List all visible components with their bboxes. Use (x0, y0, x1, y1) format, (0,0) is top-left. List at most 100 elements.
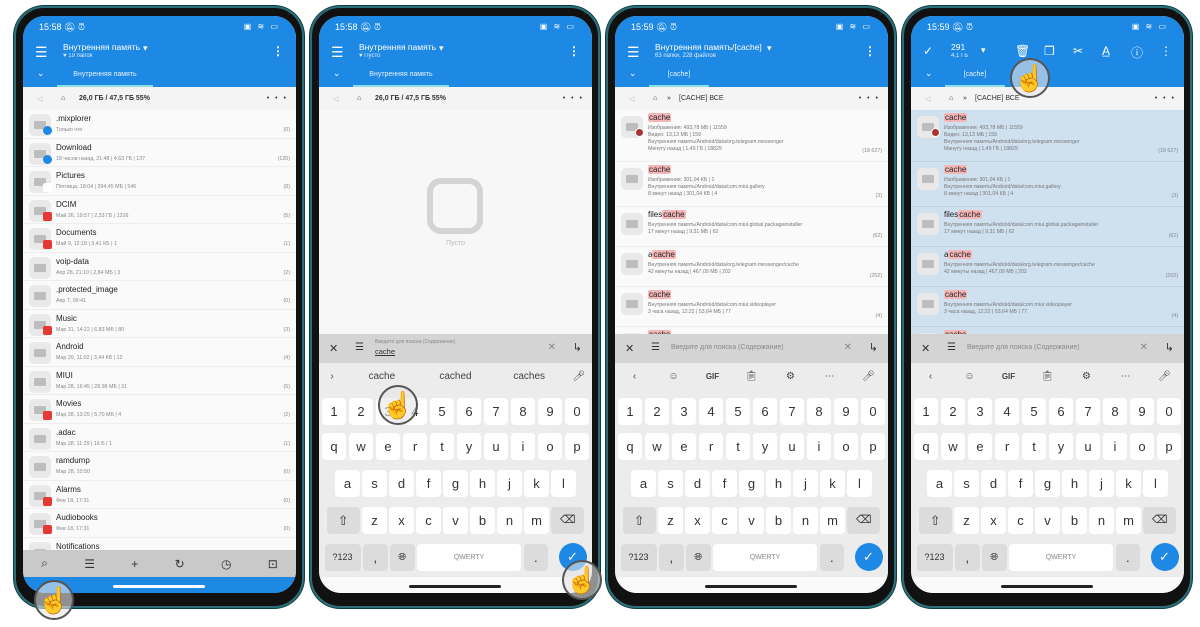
key[interactable]: 2 (348, 398, 374, 425)
mic-icon[interactable]: 🎤︎ (566, 371, 592, 382)
refresh-icon[interactable]: ↻ (175, 557, 185, 571)
key[interactable]: d (389, 470, 414, 497)
key[interactable]: 0 (860, 398, 886, 425)
result-item[interactable]: acache Внутренняя память/Android/data/org… (911, 247, 1184, 287)
key[interactable]: c (712, 507, 737, 534)
symbols-key[interactable]: ?123 (324, 543, 361, 571)
backspace-icon[interactable]: ⌫ (847, 507, 881, 534)
home-icon[interactable]: ⌂ (653, 95, 657, 102)
key[interactable]: q (617, 433, 643, 460)
result-item[interactable]: filescache Внутренняя память/Android/data… (615, 207, 888, 247)
list-item[interactable]: Music Мар 31, 14:22 | 6,83 МБ | 80 (3) (23, 310, 296, 338)
key[interactable]: p (860, 433, 886, 460)
clear-icon[interactable]: ✕ (1140, 342, 1148, 353)
gif-button[interactable]: GIF (693, 372, 732, 381)
title-dropdown-icon[interactable]: ▾ (767, 43, 772, 54)
back-icon[interactable]: ‹ (911, 371, 950, 382)
submit-search-icon[interactable]: ↳ (869, 341, 878, 354)
key[interactable]: v (739, 507, 764, 534)
key[interactable]: c (1008, 507, 1033, 534)
suggestion[interactable]: caches (492, 371, 566, 382)
key[interactable]: 4 (698, 398, 724, 425)
key[interactable]: i (806, 433, 832, 460)
key[interactable]: n (497, 507, 522, 534)
period-key[interactable]: . (819, 543, 844, 571)
list-item[interactable]: Pictures Пятница, 18:04 | 294,45 МБ | 546… (23, 167, 296, 196)
copy-icon[interactable]: ❐ (1044, 44, 1055, 58)
space-key[interactable]: QWERTY (417, 543, 521, 571)
list-item[interactable]: Movies Мар 28, 13:25 | 5,70 МБ | 4 (2) (23, 395, 296, 424)
back-icon[interactable]: ◁ (925, 95, 930, 103)
back-icon[interactable]: ◁ (629, 95, 634, 103)
key[interactable]: 5 (725, 398, 751, 425)
result-item[interactable]: cache Изображения: 301,04 КБ | 1 Внутрення… (911, 162, 1184, 207)
key[interactable]: 8 (1102, 398, 1128, 425)
suggestion[interactable]: cache (345, 371, 419, 382)
key[interactable]: b (1062, 507, 1087, 534)
collapse-icon[interactable]: ⌄ (333, 68, 341, 79)
key[interactable]: k (524, 470, 549, 497)
list-item[interactable]: Alarms Фев 18, 17:31 (0) (23, 481, 296, 509)
key[interactable]: k (1116, 470, 1141, 497)
path-more-icon[interactable]: • • • (1155, 95, 1176, 102)
key[interactable]: n (793, 507, 818, 534)
key[interactable]: 2 (940, 398, 966, 425)
key[interactable]: b (470, 507, 495, 534)
key[interactable]: 3 (671, 398, 697, 425)
backspace-icon[interactable]: ⌫ (551, 507, 585, 534)
key[interactable]: e (967, 433, 993, 460)
key[interactable]: 4 (994, 398, 1020, 425)
key[interactable]: w (940, 433, 966, 460)
key[interactable]: f (1008, 470, 1033, 497)
key[interactable]: j (497, 470, 522, 497)
key[interactable]: 0 (1156, 398, 1182, 425)
key[interactable]: m (1116, 507, 1141, 534)
close-search-icon[interactable]: ✕ (625, 342, 634, 355)
key[interactable]: j (1089, 470, 1114, 497)
key[interactable]: s (658, 470, 683, 497)
list-item[interactable]: MIUI Мар 28, 16:45 | 28,98 МБ | 31 (5) (23, 367, 296, 395)
clear-icon[interactable]: ✕ (844, 342, 852, 353)
result-item[interactable]: cache (911, 327, 1184, 334)
result-item[interactable]: cache Внутренняя память/Android/data/com.… (615, 287, 888, 327)
key[interactable]: u (779, 433, 805, 460)
key[interactable]: l (847, 470, 872, 497)
key[interactable]: 5 (1021, 398, 1047, 425)
key[interactable]: a (927, 470, 952, 497)
result-item[interactable]: cache Изображения: 493,78 МБ | 11559 Видео… (911, 110, 1184, 162)
search-mode-icon[interactable]: ☰ (355, 342, 364, 353)
period-key[interactable]: . (523, 543, 548, 571)
history-icon[interactable]: ◷ (221, 557, 231, 571)
key[interactable]: 1 (617, 398, 643, 425)
back-icon[interactable]: ◁ (333, 95, 338, 103)
symbols-key[interactable]: ?123 (620, 543, 657, 571)
key[interactable]: y (456, 433, 482, 460)
search-input[interactable]: Введите для поиска (Содержание) (967, 344, 1080, 351)
key[interactable]: c (416, 507, 441, 534)
key[interactable]: n (1089, 507, 1114, 534)
key[interactable]: m (524, 507, 549, 534)
enter-icon[interactable]: ✓ (854, 543, 883, 571)
confirm-selection-icon[interactable]: ✓ (923, 44, 933, 58)
key[interactable]: y (752, 433, 778, 460)
tab-active[interactable]: Внутренняя память (353, 64, 449, 87)
key[interactable]: e (671, 433, 697, 460)
more-icon[interactable]: ⋯ (1106, 371, 1145, 382)
key[interactable]: 6 (1048, 398, 1074, 425)
result-item[interactable]: cache Внутренняя память/Android/data/com.… (911, 287, 1184, 327)
comma-key[interactable]: , (363, 543, 388, 571)
list-item[interactable]: voip-data Апр 28, 21:10 | 2,84 МБ | 3 (2) (23, 253, 296, 281)
key[interactable]: 9 (833, 398, 859, 425)
key[interactable]: 7 (1075, 398, 1101, 425)
key[interactable]: x (389, 507, 414, 534)
key[interactable]: t (725, 433, 751, 460)
path-more-icon[interactable]: • • • (859, 95, 880, 102)
key[interactable]: 3 (967, 398, 993, 425)
key[interactable]: b (766, 507, 791, 534)
home-icon[interactable]: ⌂ (61, 95, 65, 102)
selection-dropdown-icon[interactable]: ▾ (981, 45, 986, 56)
title-dropdown-icon[interactable]: ▾ (439, 43, 444, 54)
key[interactable]: r (402, 433, 428, 460)
list-item[interactable]: .adac Мар 28, 11:29 | 16 Б | 1 (1) (23, 424, 296, 452)
key[interactable]: h (470, 470, 495, 497)
